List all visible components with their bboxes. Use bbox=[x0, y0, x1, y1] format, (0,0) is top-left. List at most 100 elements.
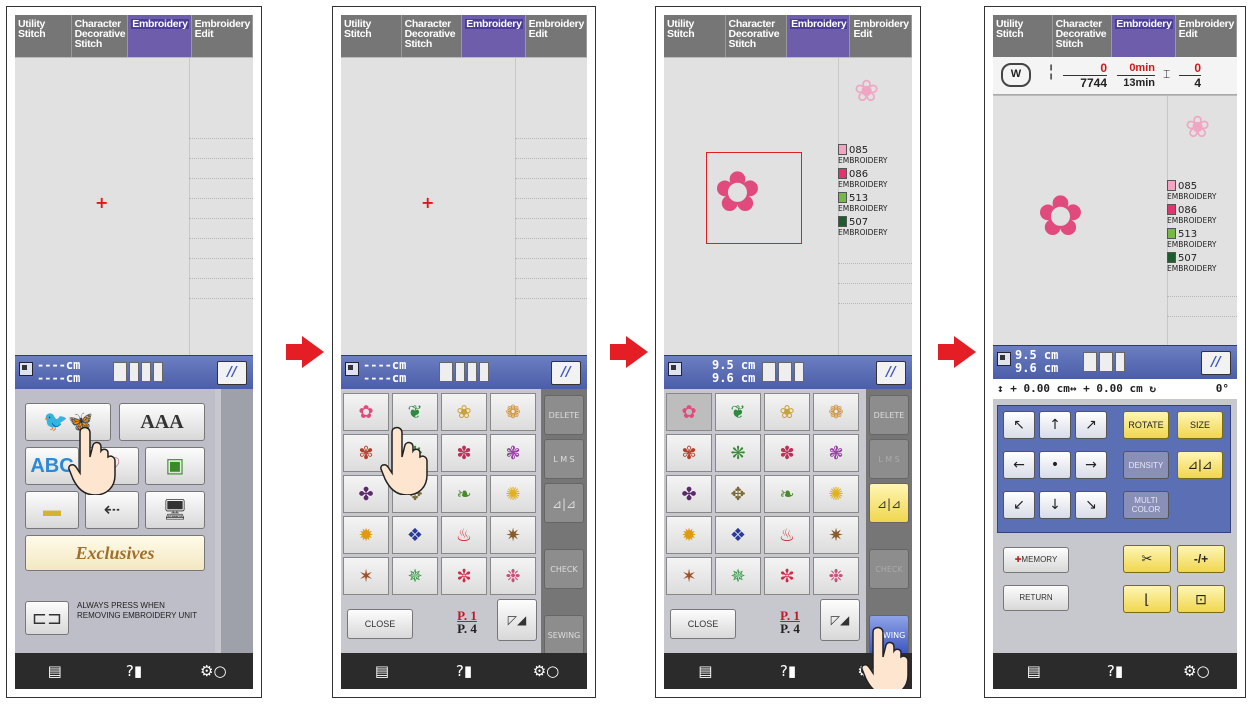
move-left-button[interactable]: ← bbox=[1003, 451, 1035, 479]
pattern-cell[interactable]: ❖ bbox=[392, 516, 438, 554]
pattern-cell[interactable]: ❦ bbox=[392, 393, 438, 431]
help-icon[interactable]: ?▮ bbox=[444, 660, 484, 682]
pattern-cell[interactable]: ✺ bbox=[813, 475, 859, 513]
pattern-cell[interactable]: ❖ bbox=[715, 516, 761, 554]
tab-utility-stitch[interactable]: Utility Stitch bbox=[341, 15, 402, 57]
sewing-button[interactable]: SEWING bbox=[544, 615, 584, 655]
pattern-cell[interactable]: ❧ bbox=[764, 475, 810, 513]
tab-embroidery-edit[interactable]: Embroidery Edit bbox=[526, 15, 587, 57]
help-icon[interactable]: ?▮ bbox=[768, 660, 808, 682]
settings-icon[interactable]: ⚙○ bbox=[526, 660, 566, 682]
pattern-cell[interactable]: ✼ bbox=[764, 557, 810, 595]
manual-icon[interactable]: ▤ bbox=[685, 660, 725, 682]
pattern-cell[interactable]: ✹ bbox=[666, 516, 712, 554]
trial-button[interactable]: ⊡ bbox=[1177, 585, 1225, 613]
move-right-button[interactable]: → bbox=[1075, 451, 1107, 479]
alphabet-button[interactable]: ABC bbox=[25, 447, 79, 485]
page-scroll-button[interactable]: ◸◢ bbox=[820, 599, 860, 641]
pattern-cell[interactable]: ✽ bbox=[441, 434, 487, 472]
manual-icon[interactable]: ▤ bbox=[1014, 660, 1054, 682]
pattern-cell[interactable]: ❉ bbox=[813, 557, 859, 595]
exclusives-button[interactable]: Exclusives bbox=[25, 535, 205, 571]
pattern-cell[interactable]: ✽ bbox=[764, 434, 810, 472]
pattern-cell[interactable]: ❀ bbox=[764, 393, 810, 431]
tab-embroidery[interactable]: Embroidery bbox=[128, 15, 192, 57]
card-button[interactable]: ▣ bbox=[145, 447, 205, 485]
pattern-cell[interactable]: ❃ bbox=[490, 434, 536, 472]
tab-embroidery[interactable]: Embroidery bbox=[1112, 15, 1176, 57]
frame-pattern-button[interactable]: ♡ bbox=[85, 447, 139, 485]
pattern-cell[interactable]: ♨ bbox=[764, 516, 810, 554]
tab-embroidery[interactable]: Embroidery bbox=[787, 15, 851, 57]
page-scroll-button[interactable]: ◸◢ bbox=[497, 599, 537, 641]
pattern-cell[interactable]: ❁ bbox=[813, 393, 859, 431]
pattern-cell[interactable]: ❉ bbox=[490, 557, 536, 595]
pattern-cell[interactable]: ✤ bbox=[343, 475, 389, 513]
mirror-button[interactable]: ⊿|⊿ bbox=[1177, 451, 1223, 479]
settings-icon[interactable]: ⚙○ bbox=[193, 660, 233, 682]
pattern-cell[interactable]: ❋ bbox=[715, 434, 761, 472]
lms-button[interactable]: L M S bbox=[544, 439, 584, 479]
pattern-cell[interactable]: ✷ bbox=[490, 516, 536, 554]
move-up-right-button[interactable]: ↗ bbox=[1075, 411, 1107, 439]
help-icon[interactable]: ?▮ bbox=[1095, 660, 1135, 682]
pattern-cell[interactable]: ❃ bbox=[813, 434, 859, 472]
wlan-icon[interactable]: // bbox=[217, 361, 247, 385]
move-down-button[interactable]: ↓ bbox=[1039, 491, 1071, 519]
pattern-cell[interactable]: ✹ bbox=[343, 516, 389, 554]
pattern-cell[interactable]: ❋ bbox=[392, 434, 438, 472]
pattern-cell[interactable]: ❀ bbox=[441, 393, 487, 431]
remove-unit-button[interactable]: ⊏⊐ bbox=[25, 601, 69, 635]
manual-icon[interactable]: ▤ bbox=[35, 660, 75, 682]
wlan-icon[interactable]: // bbox=[551, 361, 581, 385]
return-button[interactable]: RETURN bbox=[1003, 585, 1069, 611]
lms-button[interactable]: L M S bbox=[869, 439, 909, 479]
pattern-cell[interactable]: ❦ bbox=[715, 393, 761, 431]
move-up-left-button[interactable]: ↖ bbox=[1003, 411, 1035, 439]
tab-embroidery-edit[interactable]: Embroidery Edit bbox=[850, 15, 912, 57]
move-up-button[interactable]: ↑ bbox=[1039, 411, 1071, 439]
check-button[interactable]: CHECK bbox=[544, 549, 584, 589]
tab-utility-stitch[interactable]: Utility Stitch bbox=[993, 15, 1053, 57]
pattern-cell[interactable]: ♨ bbox=[441, 516, 487, 554]
mirror-button[interactable]: ⊿|⊿ bbox=[869, 483, 909, 523]
pattern-cell[interactable]: ❧ bbox=[441, 475, 487, 513]
character-fonts-button[interactable]: AAA bbox=[119, 403, 205, 441]
tab-embroidery-edit[interactable]: Embroidery Edit bbox=[1176, 15, 1237, 57]
settings-icon[interactable]: ⚙○ bbox=[851, 660, 891, 682]
pattern-cell[interactable]: ✶ bbox=[343, 557, 389, 595]
move-center-button[interactable]: • bbox=[1039, 451, 1071, 479]
tab-utility-stitch[interactable]: Utility Stitch bbox=[664, 15, 726, 57]
pattern-cell[interactable]: ✵ bbox=[392, 557, 438, 595]
needle-position-button[interactable]: -/+ bbox=[1177, 545, 1225, 573]
settings-icon[interactable]: ⚙○ bbox=[1176, 660, 1216, 682]
pattern-cell[interactable]: ✶ bbox=[666, 557, 712, 595]
pattern-cell[interactable]: ✤ bbox=[666, 475, 712, 513]
tab-character-decorative[interactable]: Character Decorative Stitch bbox=[402, 15, 463, 57]
move-down-right-button[interactable]: ↘ bbox=[1075, 491, 1107, 519]
pattern-rose[interactable]: ✿ bbox=[343, 393, 389, 431]
memory-button[interactable]: ✚MEMORY bbox=[1003, 547, 1069, 573]
density-button[interactable]: DENSITY bbox=[1123, 451, 1169, 479]
close-button[interactable]: CLOSE bbox=[347, 609, 413, 639]
computer-button[interactable]: 🖥 bbox=[145, 491, 205, 529]
help-icon[interactable]: ?▮ bbox=[114, 660, 154, 682]
pattern-rose[interactable]: ✿ bbox=[666, 393, 712, 431]
pattern-cell[interactable]: ✷ bbox=[813, 516, 859, 554]
pattern-cell[interactable]: ❁ bbox=[490, 393, 536, 431]
rotate-button[interactable]: ROTATE bbox=[1123, 411, 1169, 439]
pattern-cell[interactable]: ✾ bbox=[343, 434, 389, 472]
close-button[interactable]: CLOSE bbox=[670, 609, 736, 639]
wlan-icon[interactable]: // bbox=[876, 361, 906, 385]
multi-color-button[interactable]: MULTI COLOR bbox=[1123, 491, 1169, 519]
tab-utility-stitch[interactable]: Utility Stitch bbox=[15, 15, 72, 57]
usb-button[interactable]: ⇠ bbox=[85, 491, 139, 529]
pattern-cell[interactable]: ✥ bbox=[715, 475, 761, 513]
sewing-button[interactable]: SEWING bbox=[869, 615, 909, 655]
tab-embroidery[interactable]: Embroidery bbox=[462, 15, 526, 57]
tab-character-decorative[interactable]: Character Decorative Stitch bbox=[1053, 15, 1113, 57]
thread-cut-button[interactable]: ✂ bbox=[1123, 545, 1171, 573]
embroidery-patterns-button[interactable]: 🐦🦋 bbox=[25, 403, 111, 441]
pattern-cell[interactable]: ✵ bbox=[715, 557, 761, 595]
pocket-memory-button[interactable]: ▬ bbox=[25, 491, 79, 529]
